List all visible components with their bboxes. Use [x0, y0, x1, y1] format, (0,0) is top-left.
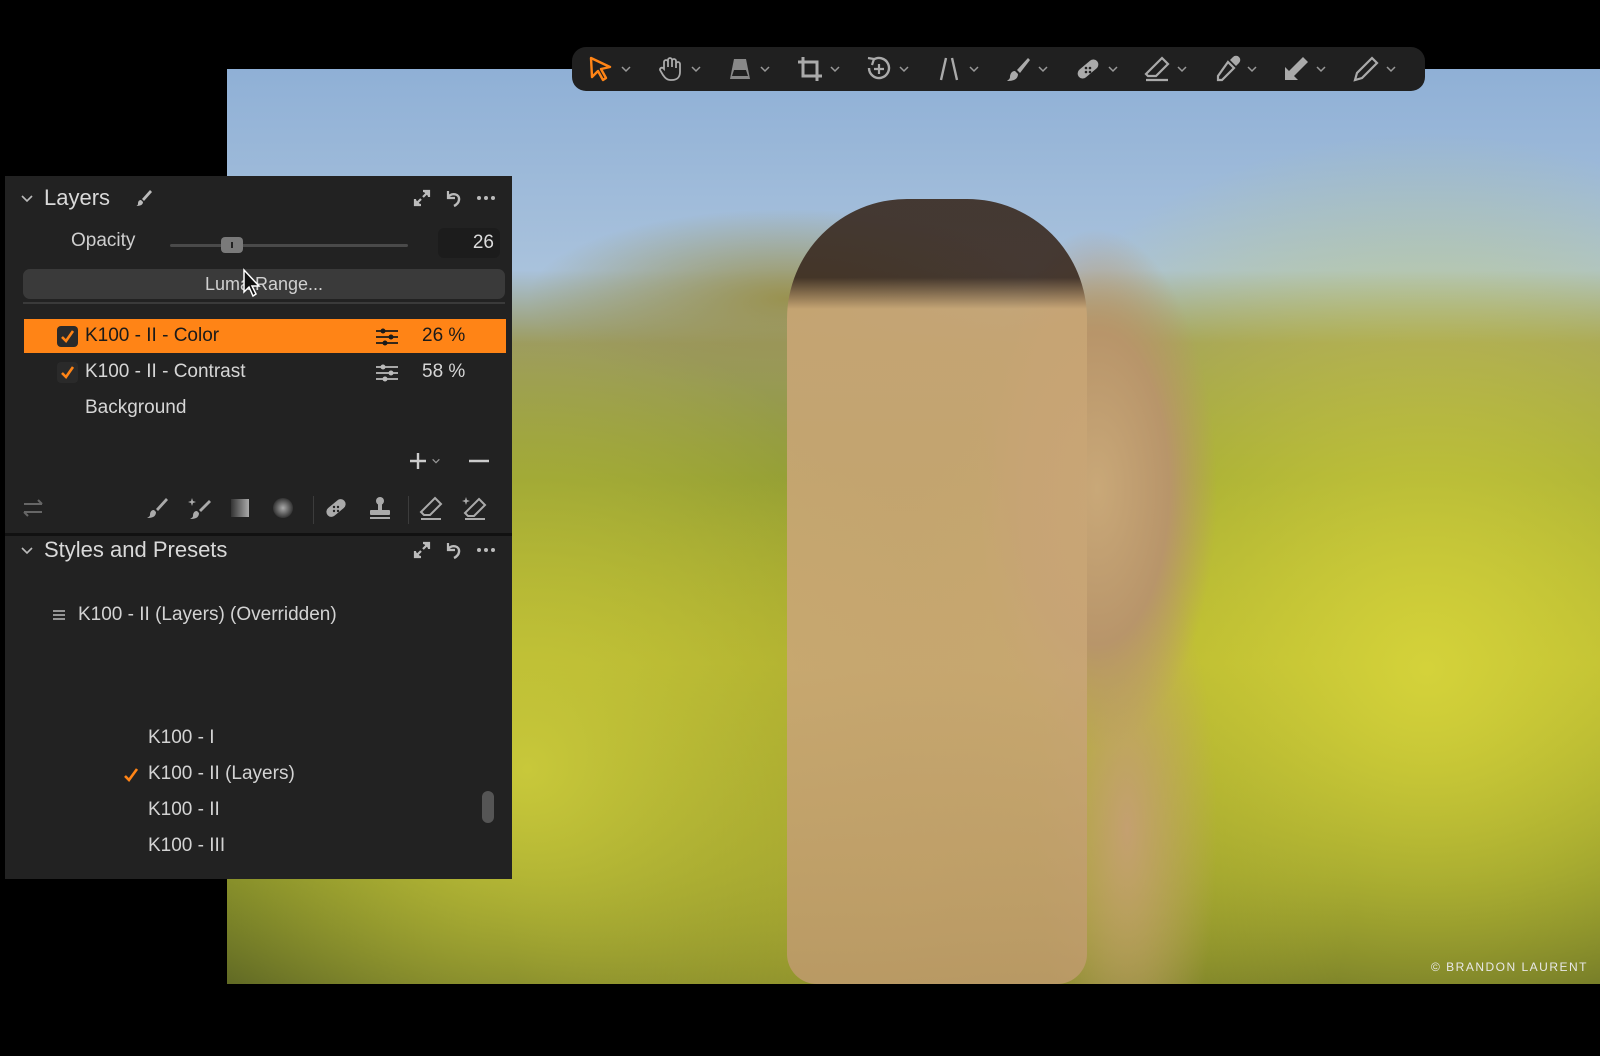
- brush-icon: [1007, 58, 1030, 81]
- minus-icon: [469, 459, 489, 463]
- annotate-tool-button[interactable]: [1281, 47, 1351, 91]
- styles-header[interactable]: Styles and Presets: [5, 528, 512, 572]
- chevron-down-icon[interactable]: [759, 63, 771, 75]
- layer-tools-row: [5, 488, 512, 528]
- magic-eraser-icon[interactable]: [461, 495, 487, 521]
- select-tool-button[interactable]: [586, 47, 656, 91]
- checkmark-icon: [124, 768, 139, 782]
- remove-layer-button[interactable]: [468, 451, 490, 476]
- layer-row[interactable]: K100 - II - Contrast 58 %: [24, 355, 506, 389]
- pan-tool-button[interactable]: [656, 47, 726, 91]
- photo-credit: © BRANDON LAURENT: [1430, 960, 1588, 974]
- layer-checkbox[interactable]: [57, 362, 78, 383]
- tool-bar: [572, 47, 1425, 91]
- rotate-tool-button[interactable]: [864, 47, 934, 91]
- brush-tool-button[interactable]: [1003, 47, 1073, 91]
- keystone-icon: [730, 59, 750, 79]
- clone-stamp-icon[interactable]: [367, 495, 393, 521]
- styles-header-actions: [412, 540, 496, 560]
- straighten-tool-button[interactable]: [934, 47, 1004, 91]
- layer-name: K100 - II - Color: [85, 325, 220, 346]
- arrow-cursor-icon: [589, 56, 612, 82]
- current-style-name: K100 - II (Layers) (Overridden): [78, 604, 337, 625]
- layer-opacity: 58 %: [422, 361, 466, 382]
- luma-range-button[interactable]: Luma Range...: [23, 269, 505, 299]
- radial-gradient-icon[interactable]: [270, 495, 296, 521]
- expand-icon[interactable]: [412, 540, 432, 560]
- add-layer-button[interactable]: [408, 451, 441, 471]
- preset-item[interactable]: K100 - III: [148, 835, 225, 857]
- mouse-cursor-icon: [243, 268, 261, 298]
- preset-item[interactable]: K100 - II: [148, 799, 220, 821]
- layers-header-actions: [412, 188, 496, 208]
- heal-mask-bandage-icon[interactable]: [323, 495, 349, 521]
- opacity-label: Opacity: [71, 230, 136, 251]
- layers-header[interactable]: Layers: [5, 176, 512, 220]
- chevron-down-icon[interactable]: [968, 63, 980, 75]
- current-style[interactable]: K100 - II (Layers) (Overridden): [52, 604, 337, 626]
- opacity-value-field[interactable]: 26: [438, 228, 500, 258]
- color-picker-tool-button[interactable]: [1212, 47, 1282, 91]
- more-options-icon[interactable]: [476, 540, 496, 560]
- layer-name: K100 - II - Contrast: [85, 361, 246, 382]
- keystone-tool-button[interactable]: [725, 47, 795, 91]
- presets-scrollbar[interactable]: [482, 791, 494, 823]
- erase-tool-button[interactable]: [1142, 47, 1212, 91]
- crop-icon: [797, 57, 822, 81]
- reset-icon[interactable]: [444, 188, 464, 208]
- hand-icon: [658, 57, 681, 81]
- adjustments-icon[interactable]: [375, 327, 399, 347]
- chevron-down-icon: [432, 458, 440, 464]
- bandage-icon: [1077, 59, 1098, 79]
- swap-icon[interactable]: [20, 495, 46, 521]
- divider: [23, 302, 505, 304]
- draw-tool-button[interactable]: [1351, 47, 1421, 91]
- styles-title: Styles and Presets: [44, 537, 228, 562]
- adjustments-icon[interactable]: [375, 363, 399, 383]
- preset-item[interactable]: K100 - II (Layers): [148, 763, 295, 785]
- chevron-down-icon[interactable]: [1037, 63, 1049, 75]
- heal-tool-button[interactable]: [1073, 47, 1143, 91]
- divider: [313, 496, 314, 524]
- layer-row[interactable]: K100 - II - Color 26 %: [24, 319, 506, 353]
- chevron-down-icon[interactable]: [620, 63, 632, 75]
- draw-mask-brush-icon[interactable]: [144, 495, 170, 521]
- pencil-icon: [1352, 56, 1379, 82]
- chevron-down-icon[interactable]: [1385, 63, 1397, 75]
- more-options-icon[interactable]: [476, 188, 496, 208]
- chevron-down-icon[interactable]: [1315, 63, 1327, 75]
- chevron-down-icon[interactable]: [690, 63, 702, 75]
- eyedropper-icon: [1216, 55, 1240, 82]
- reset-icon[interactable]: [444, 540, 464, 560]
- crop-tool-button[interactable]: [795, 47, 865, 91]
- chevron-down-icon[interactable]: [829, 63, 841, 75]
- eraser-icon: [1144, 56, 1170, 82]
- layer-checkbox[interactable]: [57, 326, 78, 347]
- divider: [408, 496, 409, 524]
- magic-brush-icon[interactable]: [186, 495, 212, 521]
- menu-lines-icon: [53, 610, 65, 620]
- chevron-down-icon[interactable]: [1246, 63, 1258, 75]
- photo-subject: [787, 199, 1087, 984]
- chevron-down-icon[interactable]: [1176, 63, 1188, 75]
- rotate-icon: [867, 56, 891, 80]
- straighten-lines-icon: [939, 57, 958, 81]
- linear-gradient-icon[interactable]: [227, 495, 253, 521]
- chevron-down-icon[interactable]: [19, 542, 35, 558]
- expand-icon[interactable]: [412, 188, 432, 208]
- layer-name: Background: [85, 397, 187, 418]
- chevron-down-icon[interactable]: [19, 190, 35, 206]
- chevron-down-icon[interactable]: [898, 63, 910, 75]
- arrow-down-left-icon: [1285, 57, 1308, 80]
- opacity-slider[interactable]: [170, 237, 408, 253]
- plus-icon: [410, 453, 426, 469]
- preset-item[interactable]: K100 - I: [148, 727, 215, 749]
- layer-row[interactable]: Background: [24, 391, 506, 425]
- opacity-slider-thumb[interactable]: [220, 237, 243, 253]
- erase-mask-icon[interactable]: [418, 495, 444, 521]
- brush-icon[interactable]: [133, 188, 153, 208]
- layers-title: Layers: [44, 185, 111, 210]
- chevron-down-icon[interactable]: [1107, 63, 1119, 75]
- layer-opacity: 26 %: [422, 325, 466, 346]
